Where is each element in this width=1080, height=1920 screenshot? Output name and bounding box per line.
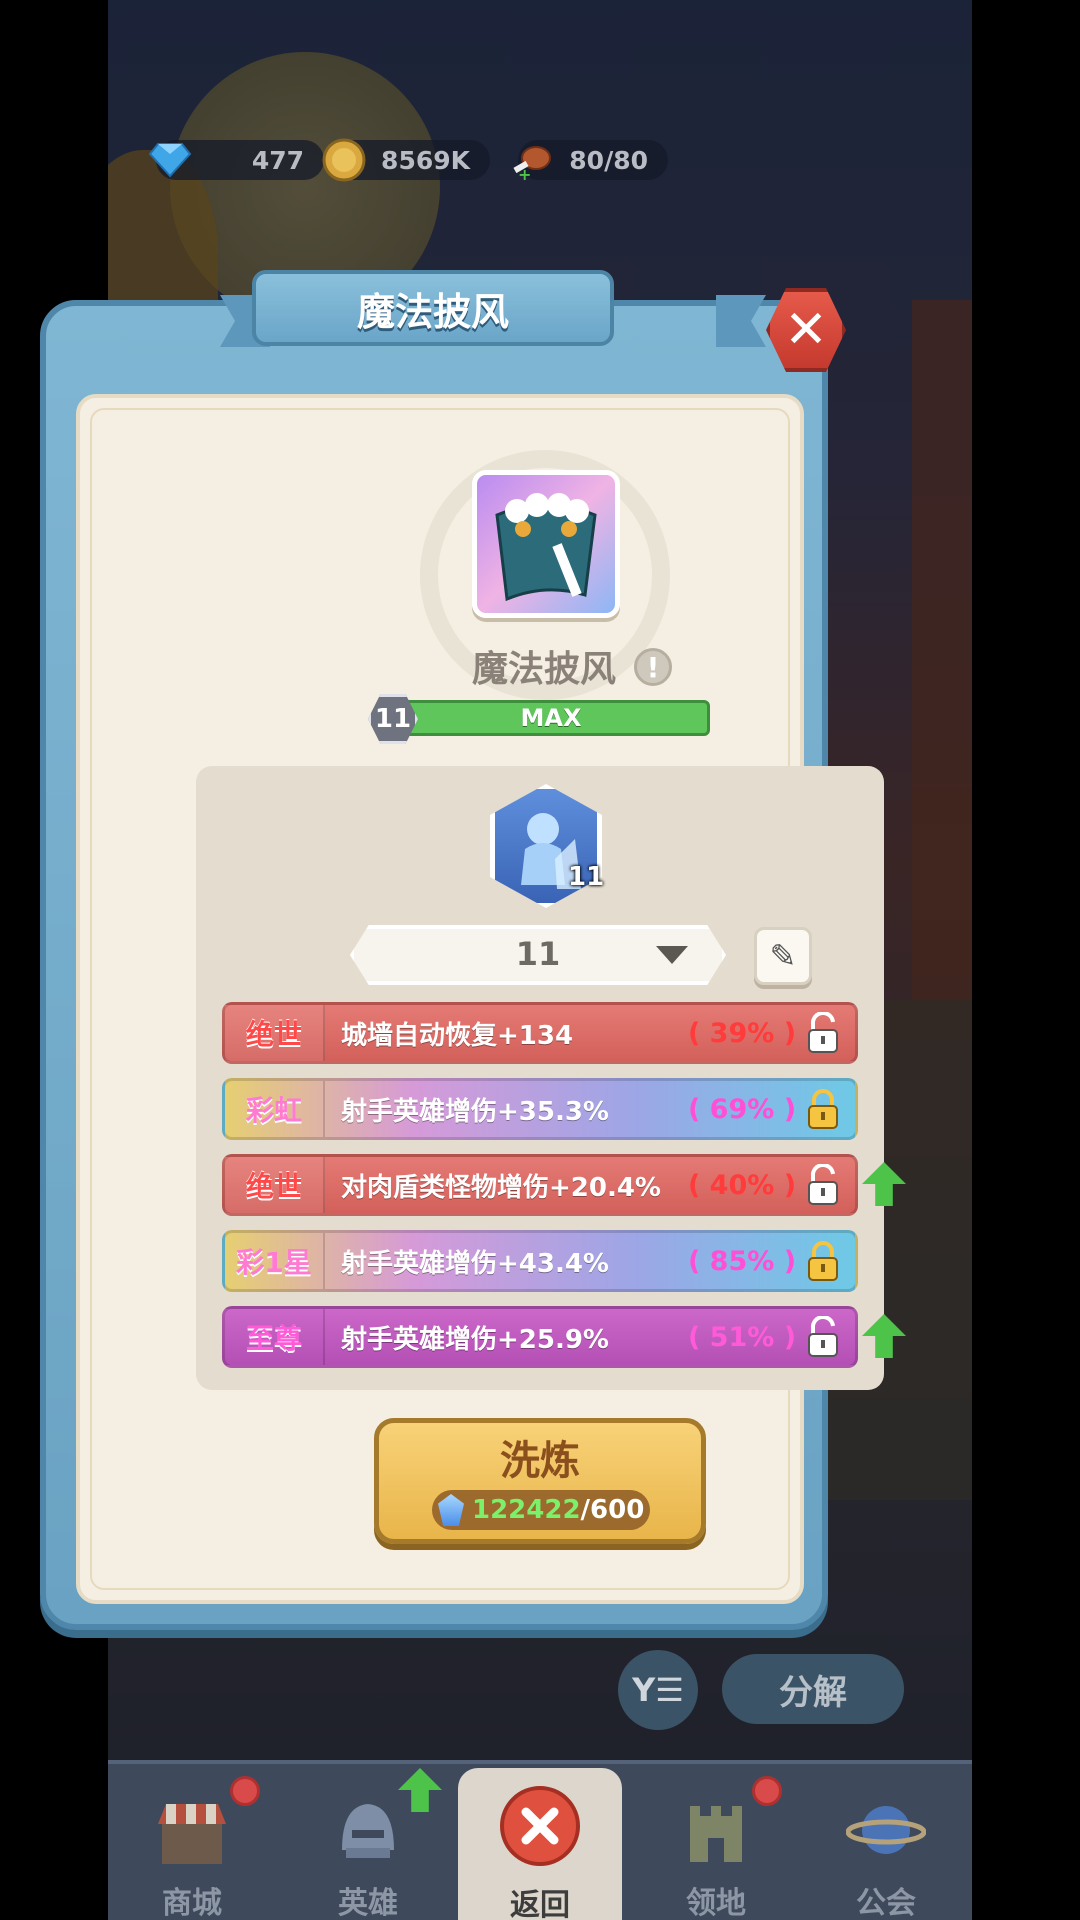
stamina-count: 80/80 [569, 145, 648, 175]
lock-icon[interactable] [797, 1235, 849, 1287]
level-progress-bar: MAX [392, 700, 710, 736]
cape-icon [495, 493, 597, 602]
filter-icon: Y☰ [632, 1671, 684, 1709]
unlock-icon[interactable] [797, 1007, 849, 1059]
stat-row-1[interactable]: 绝世 城墙自动恢复+134 ( 39% ) [222, 1002, 858, 1064]
stat-text: 对肉盾类怪物增伤+20.4% [341, 1172, 661, 1203]
nav-territory-label: 领地 [686, 1886, 746, 1920]
svg-text:+: + [518, 165, 531, 184]
meat-icon: + [513, 146, 551, 184]
stat-tag: 至尊 [225, 1309, 325, 1365]
refine-cost-required: /600 [580, 1495, 645, 1525]
edit-button[interactable]: ✎ [754, 927, 812, 985]
filter-button[interactable]: Y☰ [618, 1650, 698, 1730]
stamina-counter[interactable]: + 80/80 [513, 140, 668, 184]
territory-notification-dot [752, 1776, 782, 1806]
cape-item-icon[interactable] [472, 470, 620, 618]
stat-text: 射手英雄增伤+35.3% [341, 1096, 609, 1127]
chevron-down-icon[interactable] [656, 946, 688, 964]
planet-icon [846, 1806, 926, 1854]
pencil-icon: ✎ [769, 937, 797, 975]
shop-icon [158, 1804, 226, 1864]
nav-guild[interactable]: 公会 [806, 1780, 966, 1920]
stat-row-4[interactable]: 彩1星 射手英雄增伤+43.4% ( 85% ) [222, 1230, 858, 1292]
stat-text: 射手英雄增伤+43.4% [341, 1248, 609, 1279]
stat-tag: 绝世 [225, 1157, 325, 1213]
stat-row-2[interactable]: 彩虹 射手英雄增伤+35.3% ( 69% ) [222, 1078, 858, 1140]
stat-percent: ( 39% ) [687, 1017, 797, 1049]
stat-percent: ( 40% ) [687, 1169, 797, 1201]
stat-text: 城墙自动恢复+134 [341, 1020, 574, 1051]
diamond-icon [148, 143, 192, 178]
castle-icon [690, 1806, 742, 1862]
lock-icon[interactable] [797, 1083, 849, 1135]
stat-text: 射手英雄增伤+25.9% [341, 1324, 609, 1355]
stat-row-5[interactable]: 至尊 射手英雄增伤+25.9% ( 51% ) [222, 1306, 858, 1368]
gem-counter[interactable]: 477 [148, 140, 324, 180]
item-name: 魔法披风 [472, 649, 617, 690]
unlock-icon[interactable] [797, 1159, 849, 1211]
refine-cost-current: 122422 [472, 1495, 581, 1525]
coin-counter[interactable]: 8569K [322, 138, 490, 182]
nav-heroes-label: 英雄 [338, 1886, 398, 1920]
exclamation-icon[interactable]: ! [634, 648, 672, 686]
nav-back[interactable]: 返回 [458, 1768, 622, 1920]
rune-level: 11 [568, 862, 605, 892]
coin-icon [322, 138, 366, 182]
refine-cost: 122422/600 [432, 1490, 650, 1530]
nav-back-label: 返回 [510, 1888, 570, 1920]
close-icon: ✕ [784, 300, 828, 360]
unlock-icon[interactable] [797, 1311, 849, 1363]
helmet-icon [342, 1804, 394, 1858]
stat-percent: ( 85% ) [687, 1245, 797, 1277]
stat-percent: ( 51% ) [687, 1321, 797, 1353]
stat-row-3[interactable]: 绝世 对肉盾类怪物增伤+20.4% ( 40% ) [222, 1154, 858, 1216]
stat-tag: 彩虹 [225, 1081, 325, 1137]
nav-guild-label: 公会 [856, 1886, 916, 1920]
stat-tag: 彩1星 [225, 1233, 325, 1289]
close-icon [500, 1786, 580, 1866]
nav-shop-label: 商城 [162, 1886, 222, 1920]
shop-notification-dot [230, 1776, 260, 1806]
gem-count: 477 [251, 145, 304, 175]
coin-count: 8569K [381, 145, 470, 175]
stat-tag: 绝世 [225, 1005, 325, 1061]
dialog-title: 魔法披风 [252, 270, 614, 346]
refine-button-label: 洗炼 [500, 1438, 580, 1484]
decompose-button[interactable]: 分解 [722, 1654, 904, 1724]
stat-percent: ( 69% ) [687, 1093, 797, 1125]
